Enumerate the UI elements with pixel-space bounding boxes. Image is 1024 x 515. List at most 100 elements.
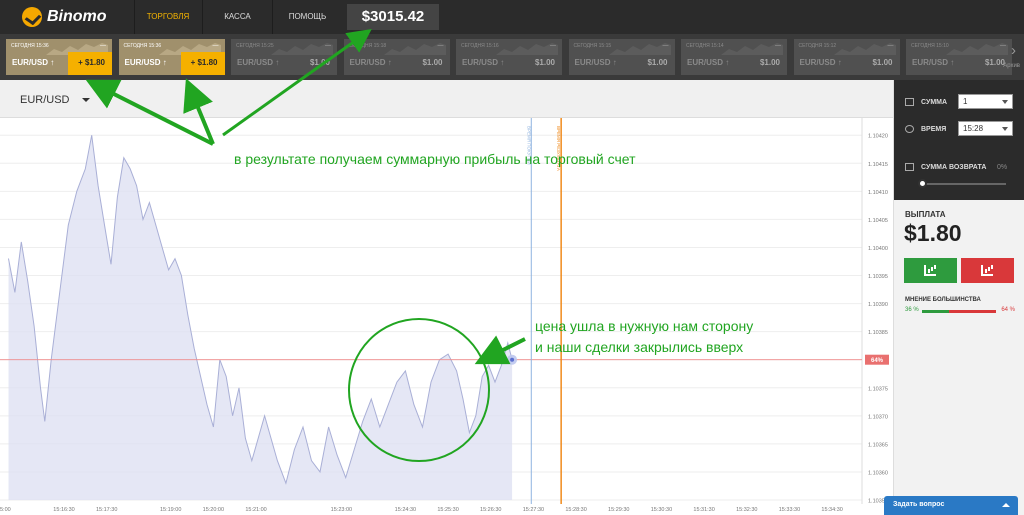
y-tick-label: 1.10385 — [868, 330, 888, 336]
x-tick-label: 15:28:30 — [565, 507, 586, 513]
majority-up-value: 36 % — [905, 307, 919, 313]
annotation-right-text-2: и наши сделки закрылись вверх — [535, 339, 744, 355]
price-chart[interactable]: 1.10420 1.10415 1.10410 1.10405 1.10400 1.103… — [0, 118, 893, 515]
put-down-button[interactable] — [961, 258, 1014, 283]
return-value: 0% — [997, 164, 1008, 171]
x-tick-label: 15:20:00 — [203, 507, 224, 513]
coins-icon — [905, 98, 914, 106]
chevron-down-icon[interactable] — [82, 98, 90, 102]
y-tick-label: 1.10390 — [868, 302, 888, 308]
x-tick-label: 15:16:30 — [53, 507, 74, 513]
deal-status: — — [887, 43, 894, 49]
deal-card[interactable]: СЕГОДНЯ 15:12 — EUR/USD ↑ $1.00 — [793, 39, 900, 75]
majority-up-bar — [922, 310, 949, 313]
deal-pair: EUR/USD ↑ — [237, 58, 280, 67]
x-tick-label: 15:32:30 — [736, 507, 757, 513]
deal-status: — — [437, 43, 444, 49]
deal-time: СЕГОДНЯ 15:36 — [123, 43, 162, 49]
x-tick-label: 15:21:00 — [245, 507, 266, 513]
chart-up-icon — [924, 265, 936, 276]
deal-card[interactable]: СЕГОДНЯ 15:36 — EUR/USD ↑ + $1.80 — [118, 39, 225, 75]
x-tick-label: 15:29:30 — [608, 507, 629, 513]
x-tick-label: 15:15:00 — [0, 507, 11, 513]
tab-trading[interactable]: ТОРГОВЛЯ — [134, 0, 201, 34]
sum-label: СУММА — [921, 99, 948, 106]
deal-time: СЕГОДНЯ 15:14 — [686, 43, 724, 49]
logo-text: Binomo — [47, 8, 107, 25]
return-icon — [905, 163, 914, 171]
deal-status: — — [325, 43, 331, 49]
chevron-up-icon — [1002, 503, 1010, 507]
deal-pair: EUR/USD ↑ — [462, 58, 505, 67]
x-tick-label: 15:17:30 — [96, 507, 117, 513]
x-tick-label: 15:30:30 — [651, 507, 672, 513]
y-tick-label: 1.10410 — [868, 190, 888, 196]
deal-time: СЕГОДНЯ 15:36 — [11, 43, 49, 49]
deal-card[interactable]: СЕГОДНЯ 15:36 — EUR/USD ↑ + $1.80 — [6, 39, 112, 75]
ask-question-label: Задать вопрос — [893, 501, 945, 508]
deal-status: — — [662, 43, 669, 49]
y-tick-label: 1.10375 — [868, 386, 888, 392]
return-slider-handle[interactable] — [918, 179, 927, 188]
time-select[interactable]: 15:28 — [958, 121, 1013, 136]
deal-status: — — [100, 43, 106, 49]
ask-question-button[interactable]: Задать вопрос — [884, 496, 1018, 515]
x-tick-label: 15:24:30 — [395, 507, 416, 513]
balance[interactable]: $3015.42 — [347, 4, 439, 30]
deal-pair: EUR/USD ↑ — [349, 58, 392, 67]
asset-selector[interactable]: EUR/USD — [20, 94, 70, 106]
deal-time: СЕГОДНЯ 15:10 — [911, 43, 949, 49]
chevron-down-icon — [1002, 127, 1008, 131]
payout-label: ВЫПЛАТА — [905, 210, 946, 219]
current-price-tag-label: 64% — [871, 358, 884, 364]
tab-cashier[interactable]: КАССА — [202, 0, 272, 34]
current-price-dot — [510, 357, 515, 362]
x-tick-label: 15:31:30 — [693, 507, 714, 513]
deal-pair: EUR/USD ↑ — [574, 58, 617, 67]
x-tick-label: 15:25:30 — [437, 507, 458, 513]
majority-down-value: 64 % — [1001, 307, 1015, 313]
chart-svg: 1.10420 1.10415 1.10410 1.10405 1.10400 1.103… — [0, 118, 889, 513]
deal-amount: $1.00 — [422, 58, 443, 67]
deal-card[interactable]: СЕГОДНЯ 15:25 — EUR/USD ↑ $1.00 — [231, 39, 337, 75]
deal-pair: EUR/USD ↑ — [687, 58, 730, 67]
y-tick-label: 1.10395 — [868, 274, 888, 280]
deal-amount: + $1.80 — [180, 52, 225, 75]
deal-card[interactable]: СЕГОДНЯ 15:16 — EUR/USD ↑ $1.00 — [456, 39, 562, 75]
deals-strip: СЕГОДНЯ 15:10— EUR/USD ↑ $1.00 СЕГОДНЯ 15:1… — [0, 34, 1024, 80]
panel-settings: СУММА 1 ВРЕМЯ 15:28 СУММА ВОЗВРАТА 0% — [894, 80, 1024, 200]
x-tick-label: 15:19:00 — [160, 507, 181, 513]
deal-card[interactable]: СЕГОДНЯ 15:15 — EUR/USD ↑ $1.00 — [568, 39, 675, 75]
deal-time: СЕГОДНЯ 15:15 — [573, 43, 612, 49]
deal-amount: $1.00 — [759, 58, 780, 67]
call-up-button[interactable] — [904, 258, 957, 283]
tab-help[interactable]: ПОМОЩЬ — [272, 0, 342, 34]
deal-card[interactable]: СЕГОДНЯ 15:10— EUR/USD ↑ $1.00 — [906, 39, 1012, 75]
x-tick-label: 15:27:30 — [523, 507, 544, 513]
deal-card[interactable]: СЕГОДНЯ 15:14 — EUR/USD ↑ $1.00 — [681, 39, 787, 75]
deal-pair: EUR/USD ↑ — [799, 58, 842, 67]
x-tick-label: 15:26:30 — [480, 507, 501, 513]
deal-amount: $1.00 — [647, 58, 668, 67]
top-nav: Binomo ТОРГОВЛЯ КАССА ПОМОЩЬ $3015.42 — [0, 0, 1024, 34]
deal-time: СЕГОДНЯ 15:16 — [461, 43, 499, 49]
deal-card[interactable]: СЕГОДНЯ 15:18 — EUR/USD ↑ $1.00 — [343, 39, 450, 75]
deal-time: СЕГОДНЯ 15:25 — [236, 43, 274, 49]
time-value: 15:28 — [963, 124, 984, 133]
clock-icon — [905, 125, 914, 133]
archive-link[interactable]: Архив — [1003, 63, 1020, 69]
sum-input[interactable]: 1 — [958, 94, 1013, 109]
chart-down-icon — [981, 265, 993, 276]
deal-status: — — [550, 43, 556, 49]
logo[interactable]: Binomo — [22, 7, 107, 27]
deal-status: — — [1000, 43, 1006, 49]
deal-pair: EUR/USD ↑ — [912, 58, 955, 67]
chevron-right-icon[interactable]: › — [1011, 42, 1016, 59]
return-slider-track[interactable] — [921, 183, 1006, 185]
deal-amount: $1.00 — [872, 58, 893, 67]
return-label: СУММА ВОЗВРАТА — [921, 164, 987, 171]
y-tick-label: 1.10400 — [868, 246, 888, 252]
deal-time: СЕГОДНЯ 15:12 — [798, 43, 837, 49]
x-tick-label: 15:23:00 — [331, 507, 352, 513]
chevron-down-icon — [1002, 100, 1008, 104]
